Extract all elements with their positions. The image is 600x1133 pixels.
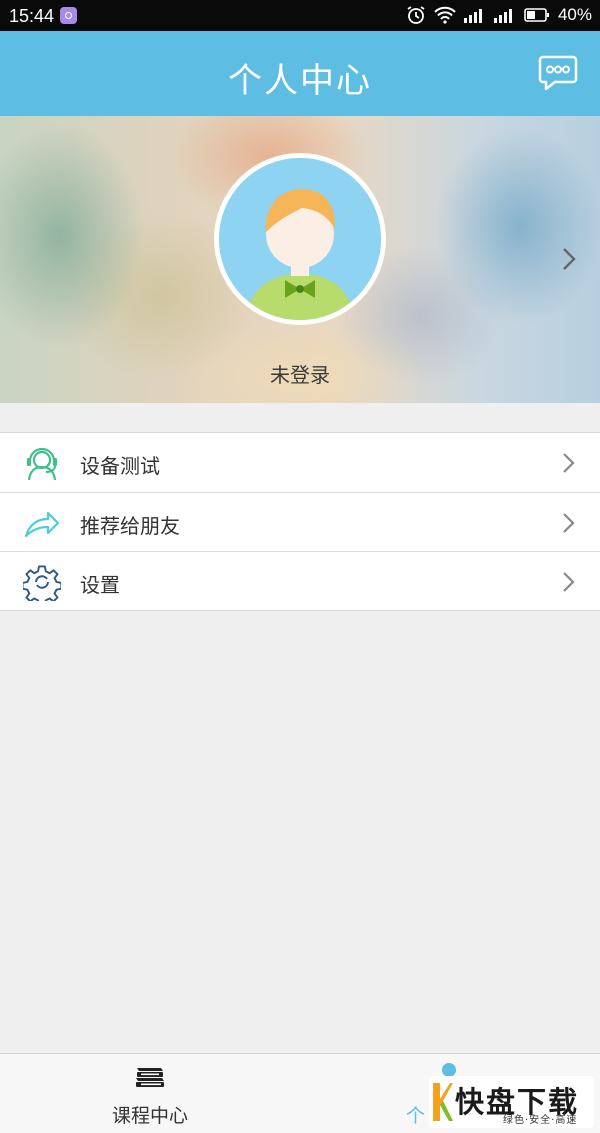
menu-item-settings[interactable]: 设置 [0,551,600,610]
tab-course-center[interactable]: 课程中心 [100,1054,200,1133]
status-icons: 40% [406,5,592,25]
status-time: 15:44 [9,6,55,26]
watermark-slogan: 绿色·安全·高速 [503,1115,578,1126]
chevron-right-icon [563,572,575,592]
books-icon [136,1068,164,1087]
alarm-icon [407,6,425,24]
person-icon [442,1063,456,1077]
watermark-logo: 快盘下载 绿色·安全·高速 [429,1076,594,1128]
chevron-right-icon[interactable] [562,247,576,271]
wifi-icon [434,6,456,24]
chevron-right-icon [563,453,575,473]
menu-item-label: 设备测试 [80,454,160,478]
menu-list: 设备测试 推荐给朋友 设置 [0,432,600,611]
k-logo-icon [433,1083,453,1121]
menu-item-label: 推荐给朋友 [80,514,180,538]
login-status[interactable]: 未登录 [0,359,600,388]
message-icon[interactable] [538,54,578,92]
gear-icon [23,565,61,601]
battery-percent: 40% [557,5,592,24]
tab-label: 课程中心 [111,1105,188,1127]
battery-icon [524,8,549,22]
status-bar: 15:44 40% [0,0,600,31]
page-title: 个人中心 [228,61,372,101]
chevron-right-icon [563,513,575,533]
headset-user-icon [27,447,57,481]
avatar[interactable] [214,153,386,325]
share-arrow-icon [24,511,60,538]
signal-icon [463,9,482,23]
menu-item-recommend[interactable]: 推荐给朋友 [0,492,600,551]
menu-item-label: 设置 [80,573,120,597]
profile-header[interactable]: 未登录 [0,116,600,403]
menu-item-device-test[interactable]: 设备测试 [0,433,600,492]
header-bar: 个人中心 [0,31,600,116]
signal-icon-2 [493,9,512,23]
default-avatar-icon [219,158,381,320]
app-notification-icon [60,7,77,24]
tab-label: 个 [406,1105,426,1127]
